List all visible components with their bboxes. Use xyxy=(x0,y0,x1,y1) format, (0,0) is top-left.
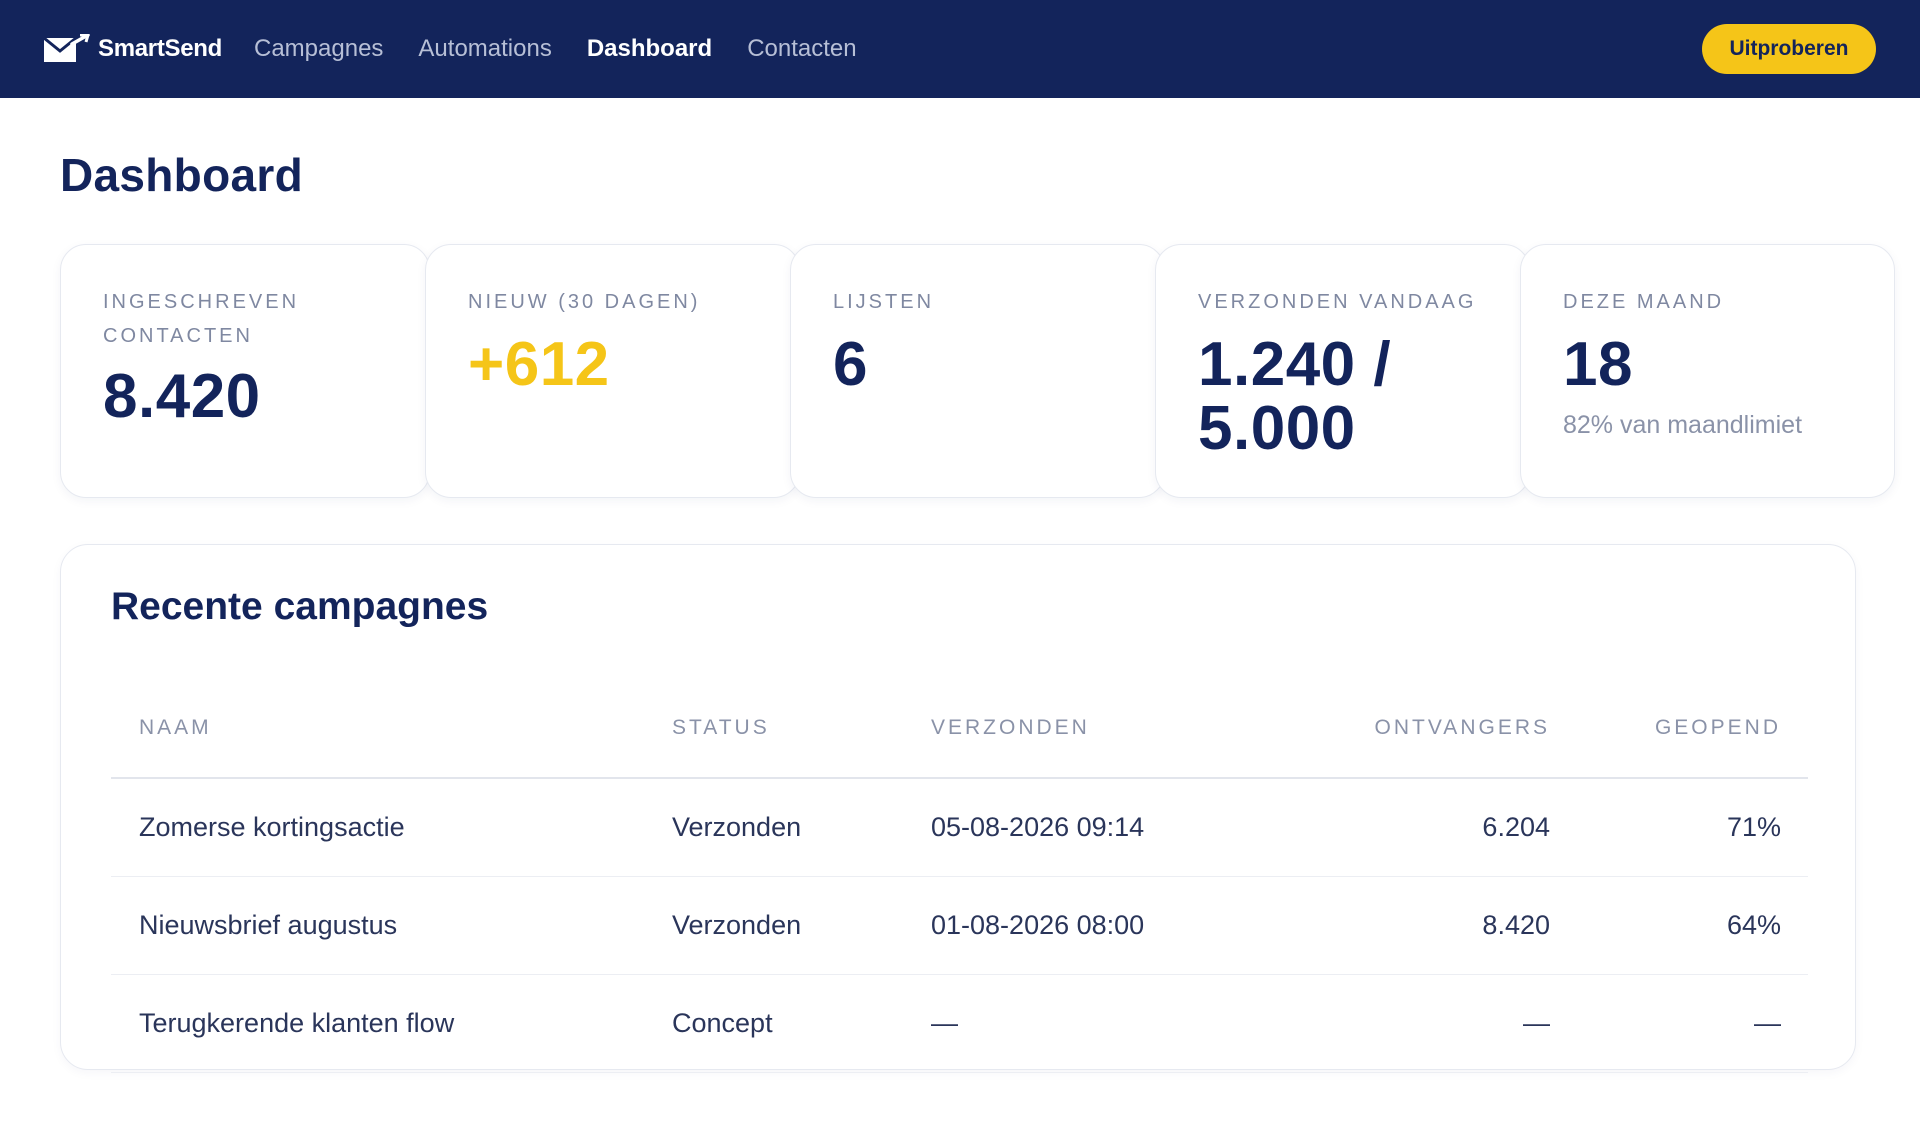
stat-value: 8.420 xyxy=(103,362,261,431)
campaign-recipients: 8.420 xyxy=(1482,910,1550,940)
main-nav: Campagnes Automations Dashboard Contacte… xyxy=(254,0,892,98)
campaign-name: Nieuwsbrief augustus xyxy=(139,910,398,940)
campaign-status: Verzonden xyxy=(672,812,802,842)
nav-item-automations[interactable]: Automations xyxy=(418,35,551,63)
stat-card-subscribed-contacts: Ingeschreven contacten 8.420 xyxy=(60,244,430,498)
campaign-name: Terugkerende klanten flow xyxy=(139,1008,455,1038)
campaign-sent-date: 05-08-2026 09:14 xyxy=(931,812,1145,842)
table-header-row: NAAM STATUS VERZONDEN ONTVANGERS GEOPEND xyxy=(111,679,1808,779)
column-header-status: STATUS xyxy=(672,716,770,739)
stat-value: 6 xyxy=(833,330,868,399)
nav-item-contacten[interactable]: Contacten xyxy=(747,35,856,63)
table-row[interactable]: Terugkerende klanten flow Concept — — — xyxy=(111,975,1808,1073)
brand-logo[interactable]: SmartSend xyxy=(42,34,222,64)
try-button[interactable]: Uitproberen xyxy=(1702,24,1876,74)
page-title: Dashboard xyxy=(60,149,303,201)
table-row[interactable]: Zomerse kortingsactie Verzonden 05-08-20… xyxy=(111,779,1808,877)
table-row[interactable]: Nieuwsbrief augustus Verzonden 01-08-202… xyxy=(111,877,1808,975)
campaign-recipients: 6.204 xyxy=(1482,812,1550,842)
campaign-status: Concept xyxy=(672,1008,773,1038)
column-header-recipients: ONTVANGERS xyxy=(1374,716,1550,739)
envelope-send-icon xyxy=(43,34,90,62)
campaign-open-rate: — xyxy=(1754,1008,1781,1038)
brand-name: SmartSend xyxy=(98,35,223,62)
stat-sublabel: 82% van maandlimiet xyxy=(1563,411,1803,439)
stat-value: 18 xyxy=(1563,330,1633,399)
campaign-sent-date: — xyxy=(931,1008,958,1038)
stat-card-lists: Lijsten 6 xyxy=(790,244,1165,498)
column-header-opened: GEOPEND xyxy=(1654,716,1781,739)
stat-card-this-month: Deze maand 18 82% van maandlimiet xyxy=(1520,244,1895,498)
stat-value: +612 xyxy=(468,330,610,399)
campaign-recipients: — xyxy=(1523,1008,1550,1038)
campaign-open-rate: 64% xyxy=(1726,910,1781,940)
stat-card-sent-today: Verzonden vandaag 1.240 / 5.000 xyxy=(1155,244,1530,498)
stat-label: Lijsten xyxy=(833,291,935,313)
campaign-name: Zomerse kortingsactie xyxy=(139,812,405,842)
nav-item-dashboard[interactable]: Dashboard xyxy=(587,35,712,63)
nav-item-campagnes[interactable]: Campagnes xyxy=(254,35,383,63)
recent-campaigns-card: Recente campagnes NAAM STATUS VERZONDEN … xyxy=(60,544,1856,1073)
top-navbar: SmartSend Campagnes Automations Dashboar… xyxy=(0,0,1920,98)
campaign-status: Verzonden xyxy=(672,910,802,940)
stat-label: Deze maand xyxy=(1563,291,1725,313)
column-header-name: NAAM xyxy=(139,716,212,739)
stat-card-new-30-days: Nieuw (30 dagen) +612 xyxy=(425,244,800,498)
column-header-sent: VERZONDEN xyxy=(931,716,1090,739)
stat-label: Verzonden vandaag xyxy=(1198,291,1477,313)
stat-label: Nieuw (30 dagen) xyxy=(468,291,701,313)
campaigns-table: NAAM STATUS VERZONDEN ONTVANGERS GEOPEND… xyxy=(111,679,1808,1073)
app-window: SmartSend Campagnes Automations Dashboar… xyxy=(0,0,1920,1128)
stat-value: 1.240 / 5.000 xyxy=(1198,330,1392,463)
campaign-sent-date: 01-08-2026 08:00 xyxy=(931,910,1145,940)
stat-label: Ingeschreven contacten xyxy=(103,291,300,347)
section-title: Recente campagnes xyxy=(111,585,489,628)
campaign-open-rate: 71% xyxy=(1726,812,1781,842)
